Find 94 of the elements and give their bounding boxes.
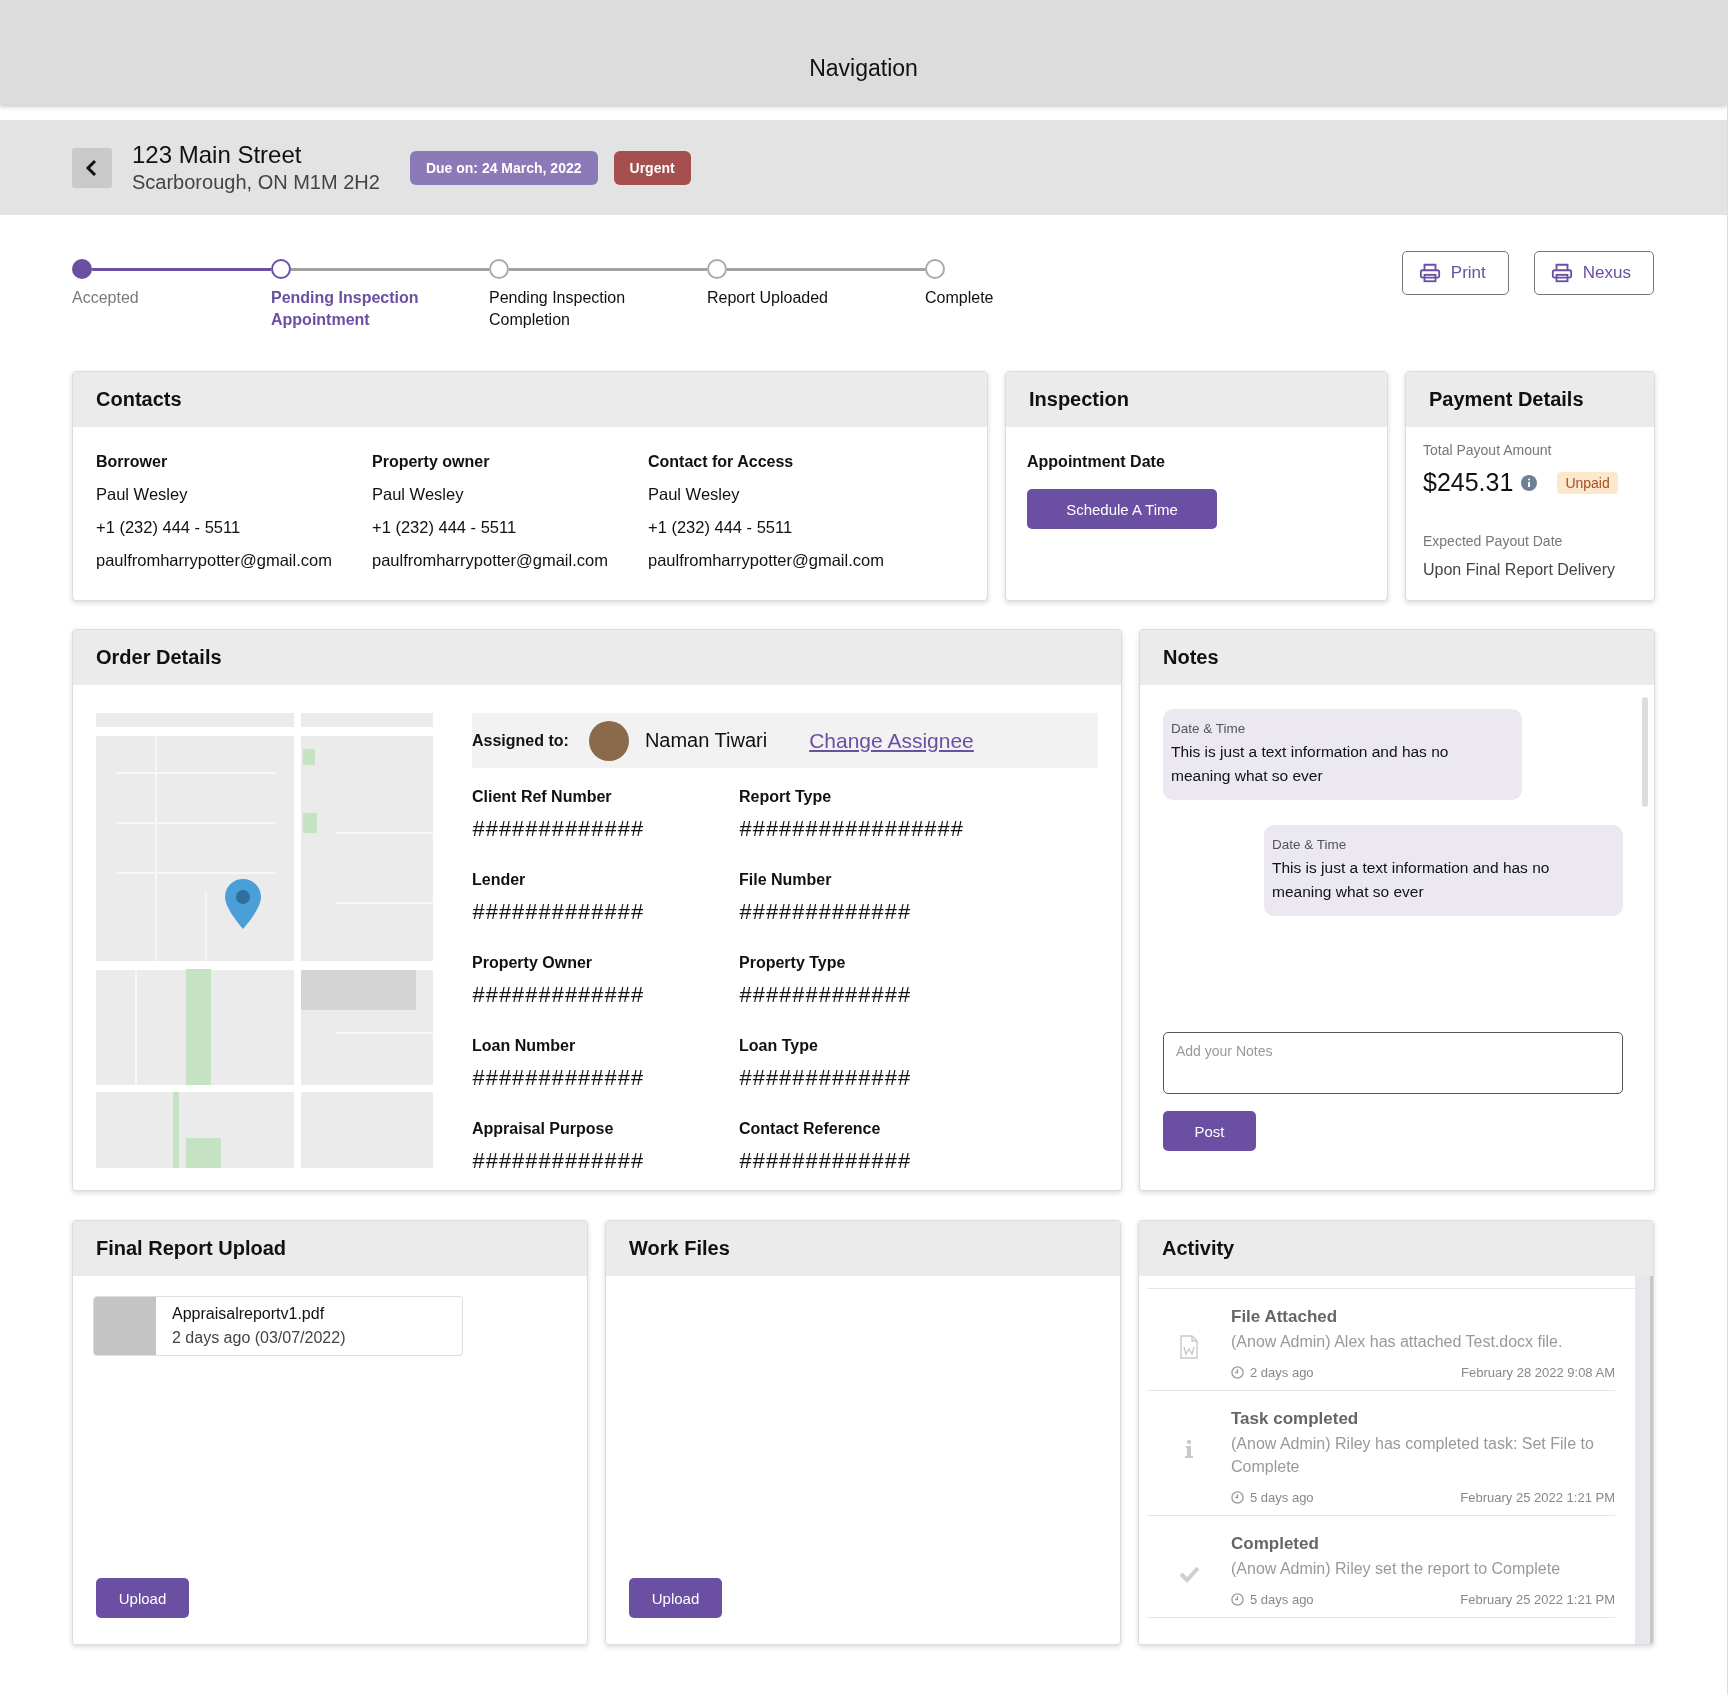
activity-date: February 25 2022 1:21 PM xyxy=(1460,1592,1615,1607)
field-label: Contact Reference xyxy=(739,1120,882,1138)
payout-amount: $245.31 xyxy=(1423,468,1514,497)
upload-button[interactable]: Upload xyxy=(96,1578,189,1618)
contact-phone: +1 (232) 444 - 5511 xyxy=(96,518,242,537)
contact-email: paulfromharrypotter@gmail.com xyxy=(648,551,885,570)
time-ago: 2 days ago xyxy=(1250,1365,1314,1380)
activity-description: (Anow Admin) Riley has completed task: Set File to Complete xyxy=(1231,1434,1595,1477)
card-title: Notes xyxy=(1163,646,1219,669)
note-time: Date & Time xyxy=(1171,721,1247,736)
field-label: Report Type xyxy=(739,788,833,806)
time-ago: 5 days ago xyxy=(1250,1592,1314,1607)
info-icon xyxy=(1521,474,1538,491)
card-title: Inspection xyxy=(1029,388,1129,411)
field-value: ############# xyxy=(739,1067,912,1092)
change-assignee-link[interactable]: Change Assignee xyxy=(809,728,974,753)
clock-icon xyxy=(1231,1366,1244,1379)
field-value: ############# xyxy=(739,1150,912,1175)
notes-field[interactable]: Add your Notes xyxy=(1163,1032,1623,1094)
field-value: ############# xyxy=(472,901,645,926)
city-address: Scarborough, ON M1M 2H2 xyxy=(132,171,380,194)
field-value: ################# xyxy=(739,818,965,843)
street-address: 123 Main Street xyxy=(132,141,303,169)
step-label: Accepted xyxy=(72,288,140,308)
card-title: Activity xyxy=(1162,1237,1235,1260)
activity-title: File Attached xyxy=(1231,1307,1339,1327)
assignee-name: Naman Tiwari xyxy=(644,729,768,752)
card-title: Work Files xyxy=(629,1237,730,1260)
contact-email: paulfromharrypotter@gmail.com xyxy=(372,551,609,570)
clock-icon xyxy=(1231,1593,1244,1606)
card-title: Contacts xyxy=(96,388,182,411)
field-value: ############# xyxy=(472,818,645,843)
contact-phone: +1 (232) 444 - 5511 xyxy=(372,518,518,537)
card-title: Order Details xyxy=(96,646,222,669)
field-value: ############# xyxy=(472,984,645,1009)
field-label: Appraisal Purpose xyxy=(472,1120,615,1138)
contact-role: Property owner xyxy=(372,453,491,471)
time-ago: 5 days ago xyxy=(1250,1490,1314,1505)
back-button[interactable] xyxy=(72,147,112,188)
field-value: ############# xyxy=(472,1150,645,1175)
field-label: Property Owner xyxy=(472,954,594,972)
contact-name: Paul Wesley xyxy=(372,485,465,504)
post-button[interactable]: Post xyxy=(1163,1111,1256,1151)
note-time: Date & Time xyxy=(1272,837,1348,852)
note-text: This is just a text information and has no meaning what so ever xyxy=(1272,858,1551,902)
file-date: 2 days ago (03/07/2022) xyxy=(172,1329,346,1347)
activity-description: (Anow Admin) Alex has attached Test.docx file. xyxy=(1231,1332,1564,1352)
clock-icon xyxy=(1231,1491,1244,1504)
contact-name: Paul Wesley xyxy=(96,485,189,504)
payout-date: Upon Final Report Delivery xyxy=(1423,561,1617,579)
navigation-title: Navigation xyxy=(809,54,918,82)
print-button[interactable]: Nexus xyxy=(1533,251,1654,295)
assigned-label: Assigned to: xyxy=(472,731,569,750)
printer-icon xyxy=(1550,262,1573,284)
field-label: Loan Type xyxy=(739,1037,819,1055)
field-label: Property Type xyxy=(739,954,847,972)
contact-phone: +1 (232) 444 - 5511 xyxy=(648,518,794,537)
step-label: Complete xyxy=(925,288,995,308)
field-label: Loan Number xyxy=(472,1037,577,1055)
activity-date: February 28 2022 9:08 AM xyxy=(1461,1365,1615,1380)
status-badge: Due on: 24 March, 2022 xyxy=(409,150,598,185)
payout-label: Total Payout Amount xyxy=(1423,442,1553,458)
file-name: Appraisalreportv1.pdf xyxy=(172,1305,326,1323)
activity-description: (Anow Admin) Riley set the report to Complete xyxy=(1231,1559,1562,1579)
status-badge: Urgent xyxy=(613,150,691,185)
printer-icon xyxy=(1418,262,1441,284)
upload-button[interactable]: Upload xyxy=(629,1578,722,1618)
contact-role: Contact for Access xyxy=(648,453,795,471)
avatar xyxy=(588,720,629,761)
activity-title: Completed xyxy=(1231,1534,1320,1554)
field-value: ############# xyxy=(472,1067,645,1092)
activity-title: Task completed xyxy=(1231,1409,1360,1429)
payment-status-badge: Unpaid xyxy=(1557,471,1618,494)
contact-role: Borrower xyxy=(96,453,169,471)
field-label: File Number xyxy=(739,871,833,889)
step-label: Pending Inspection Completion xyxy=(489,288,627,330)
document-icon xyxy=(1179,1335,1199,1359)
field-value: ############# xyxy=(739,984,912,1009)
activity-date: February 25 2022 1:21 PM xyxy=(1460,1490,1615,1505)
step-label: Report Uploaded xyxy=(707,288,829,308)
contact-email: paulfromharrypotter@gmail.com xyxy=(96,551,333,570)
file-thumbnail xyxy=(94,1297,156,1355)
contact-name: Paul Wesley xyxy=(648,485,741,504)
field-label: Lender xyxy=(472,871,527,889)
print-button[interactable]: Print xyxy=(1401,251,1509,295)
field-value: ############# xyxy=(739,901,912,926)
card-title: Payment Details xyxy=(1429,388,1584,411)
payout-date-label: Expected Payout Date xyxy=(1423,533,1564,549)
field-label: Client Ref Number xyxy=(472,788,613,806)
note-text: This is just a text information and has no meaning what so ever xyxy=(1171,742,1450,786)
appointment-label: Appointment Date xyxy=(1027,453,1166,471)
schedule-button[interactable]: Schedule A Time xyxy=(1027,489,1217,529)
card-title: Final Report Upload xyxy=(96,1237,286,1260)
step-label: Pending Inspection Appointment xyxy=(271,288,420,330)
